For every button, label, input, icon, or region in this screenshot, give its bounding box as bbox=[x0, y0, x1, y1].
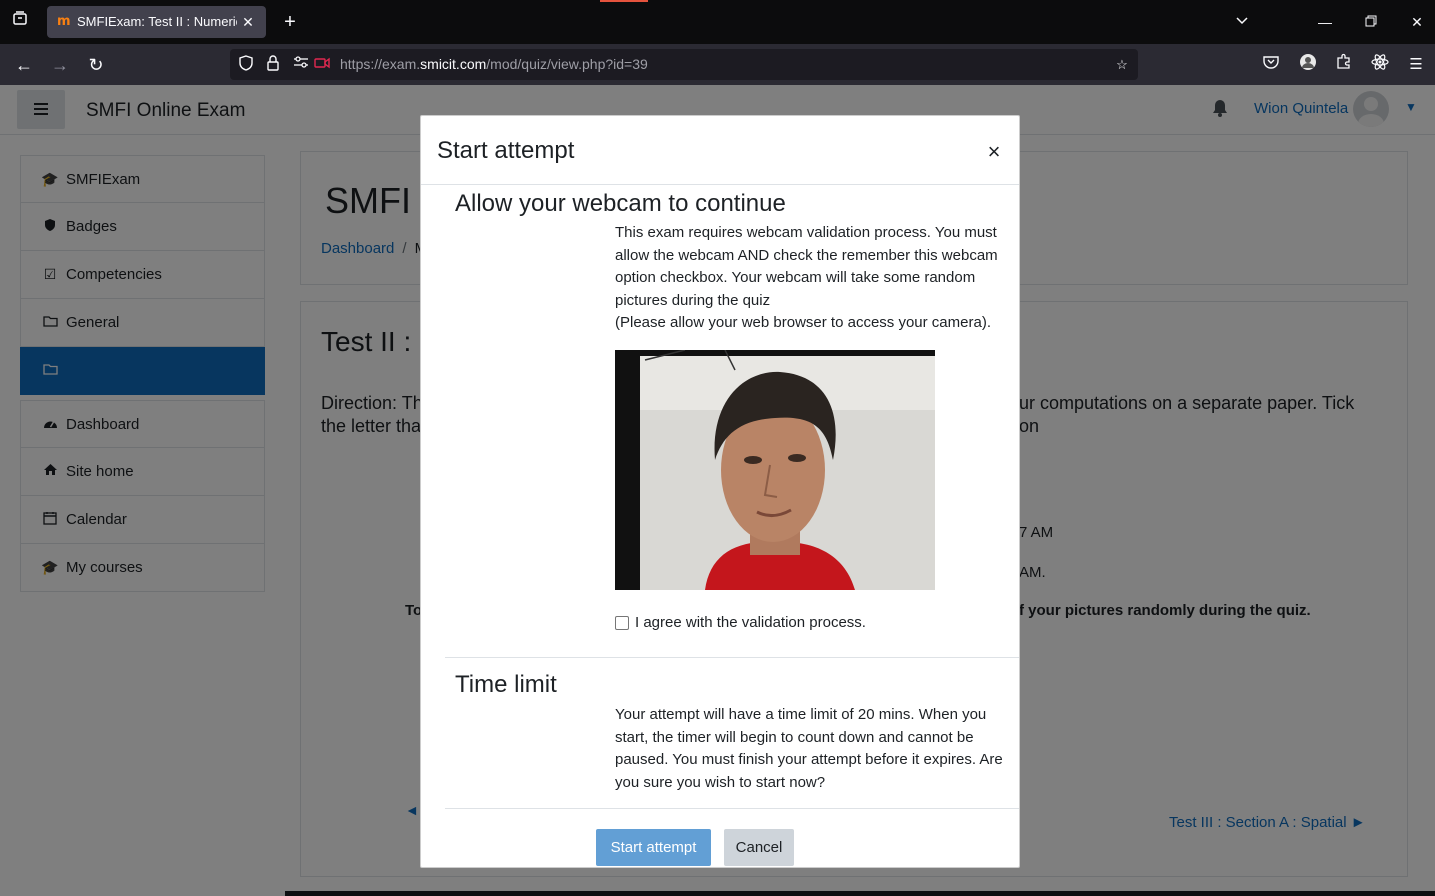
section-divider bbox=[445, 657, 1019, 658]
webcam-note: (Please allow your web browser to access… bbox=[615, 314, 991, 331]
window-close-icon[interactable]: ✕ bbox=[1405, 10, 1429, 34]
new-tab-icon[interactable]: + bbox=[278, 10, 302, 34]
time-limit-text: Your attempt will have a time limit of 2… bbox=[615, 706, 1003, 791]
browser-navbar: ← → ↻ https://exam.smicit.com/mod/quiz/v… bbox=[0, 44, 1435, 85]
agree-checkbox[interactable] bbox=[615, 616, 629, 630]
modal-title: Start attempt bbox=[437, 137, 575, 164]
extensions-icon[interactable] bbox=[1332, 53, 1356, 77]
lock-icon[interactable] bbox=[263, 55, 283, 75]
tab-close-icon[interactable]: ✕ bbox=[238, 12, 258, 32]
list-all-tabs-chevron-icon[interactable] bbox=[1230, 10, 1254, 34]
url-text[interactable]: https://exam.smicit.com/mod/quiz/view.ph… bbox=[340, 56, 648, 72]
reload-icon[interactable]: ↻ bbox=[83, 52, 109, 78]
browser-titlebar: m SMFIExam: Test II : Numerical ✕ + — ✕ bbox=[0, 0, 1435, 44]
react-devtools-icon[interactable] bbox=[1368, 53, 1392, 77]
minimize-icon[interactable]: — bbox=[1313, 10, 1337, 34]
sharing-indicator bbox=[600, 0, 648, 2]
footer-divider bbox=[445, 808, 1019, 809]
time-limit-heading: Time limit bbox=[455, 671, 557, 698]
moodle-favicon-icon: m bbox=[57, 14, 71, 29]
camera-sharing-icon[interactable] bbox=[312, 55, 332, 75]
url-prefix: https://exam. bbox=[340, 56, 421, 72]
url-path: /mod/quiz/view.php?id=39 bbox=[486, 56, 648, 72]
bookmark-star-icon[interactable]: ☆ bbox=[1112, 55, 1132, 75]
url-bar[interactable]: https://exam.smicit.com/mod/quiz/view.ph… bbox=[230, 49, 1138, 80]
modal-close-icon[interactable]: × bbox=[983, 141, 1005, 163]
forward-icon[interactable]: → bbox=[47, 52, 73, 78]
pocket-icon[interactable] bbox=[1259, 53, 1283, 77]
start-attempt-modal: Start attempt × Allow your webcam to con… bbox=[420, 115, 1020, 868]
permissions-icon[interactable] bbox=[291, 55, 311, 75]
url-domain: smicit.com bbox=[420, 56, 487, 72]
app-menu-icon[interactable]: ☰ bbox=[1404, 53, 1428, 77]
back-icon[interactable]: ← bbox=[11, 52, 37, 78]
webcam-description: This exam requires webcam validation pro… bbox=[615, 224, 998, 309]
cancel-button[interactable]: Cancel bbox=[724, 829, 794, 866]
modal-header: Start attempt × bbox=[421, 116, 1019, 185]
start-attempt-button[interactable]: Start attempt bbox=[596, 829, 711, 866]
tab-title: SMFIExam: Test II : Numerical bbox=[77, 14, 237, 29]
account-icon[interactable] bbox=[1296, 53, 1320, 77]
restore-icon[interactable] bbox=[1359, 10, 1383, 34]
web-page: SMFI Online Exam Wion Quintela ▼ 🎓 SMFIE… bbox=[0, 85, 1435, 896]
tab-list-icon[interactable] bbox=[8, 10, 32, 34]
webcam-preview bbox=[615, 350, 935, 590]
browser-tab[interactable]: m SMFIExam: Test II : Numerical ✕ bbox=[47, 6, 266, 38]
tracking-shield-icon[interactable] bbox=[236, 55, 256, 75]
agree-label[interactable]: I agree with the validation process. bbox=[635, 614, 866, 631]
webcam-heading: Allow your webcam to continue bbox=[455, 190, 786, 217]
